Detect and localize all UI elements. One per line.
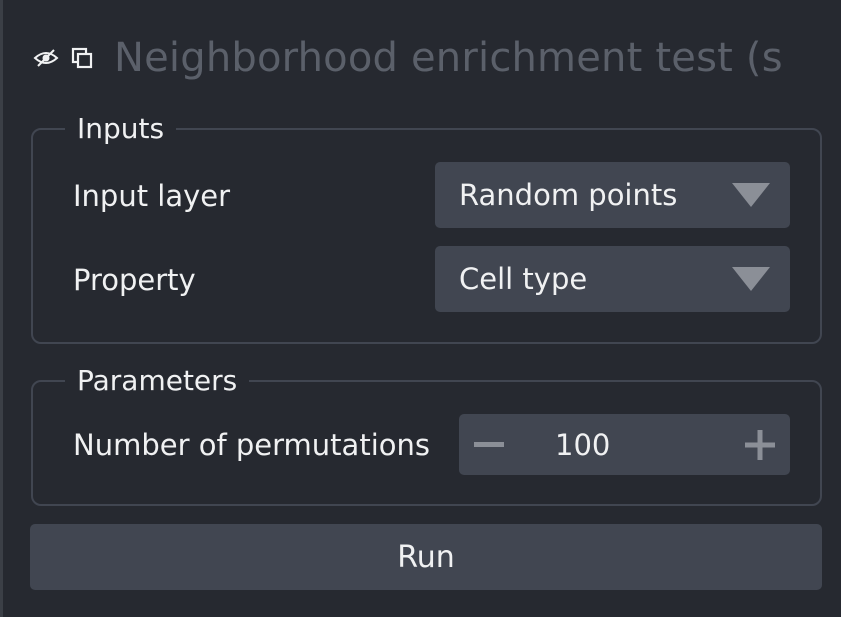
increment-button[interactable]: [730, 415, 790, 475]
permutations-spinbox[interactable]: 100: [459, 414, 790, 475]
permutations-label: Number of permutations: [73, 428, 430, 462]
dock-title-bar: Neighborhood enrichment test (sc: [28, 30, 823, 86]
property-dropdown[interactable]: Cell type: [435, 246, 790, 312]
input-layer-value: Random points: [459, 178, 678, 212]
panel-left-border: [0, 0, 3, 617]
panel-title: Neighborhood enrichment test (sc: [114, 35, 784, 81]
float-window-icon[interactable]: [64, 40, 100, 76]
minus-icon: [474, 441, 504, 447]
dropdown-arrow-icon: [732, 183, 770, 207]
dock-widget-panel: Neighborhood enrichment test (sc Inputs …: [0, 0, 841, 617]
property-label: Property: [73, 263, 196, 297]
decrement-button[interactable]: [459, 415, 519, 475]
inputs-group-title: Inputs: [65, 110, 177, 148]
run-button[interactable]: Run: [30, 524, 822, 590]
input-layer-label: Input layer: [73, 179, 231, 213]
plus-icon: [745, 429, 775, 460]
eye-hidden-icon[interactable]: [28, 40, 64, 76]
input-layer-dropdown[interactable]: Random points: [435, 162, 790, 228]
dropdown-arrow-icon: [732, 267, 770, 291]
parameters-group-title: Parameters: [65, 362, 250, 400]
property-value: Cell type: [459, 262, 588, 296]
inputs-group: Inputs Input layer Random points Propert…: [31, 110, 822, 344]
permutations-value[interactable]: 100: [519, 428, 730, 462]
parameters-group: Parameters Number of permutations 100: [31, 362, 822, 506]
